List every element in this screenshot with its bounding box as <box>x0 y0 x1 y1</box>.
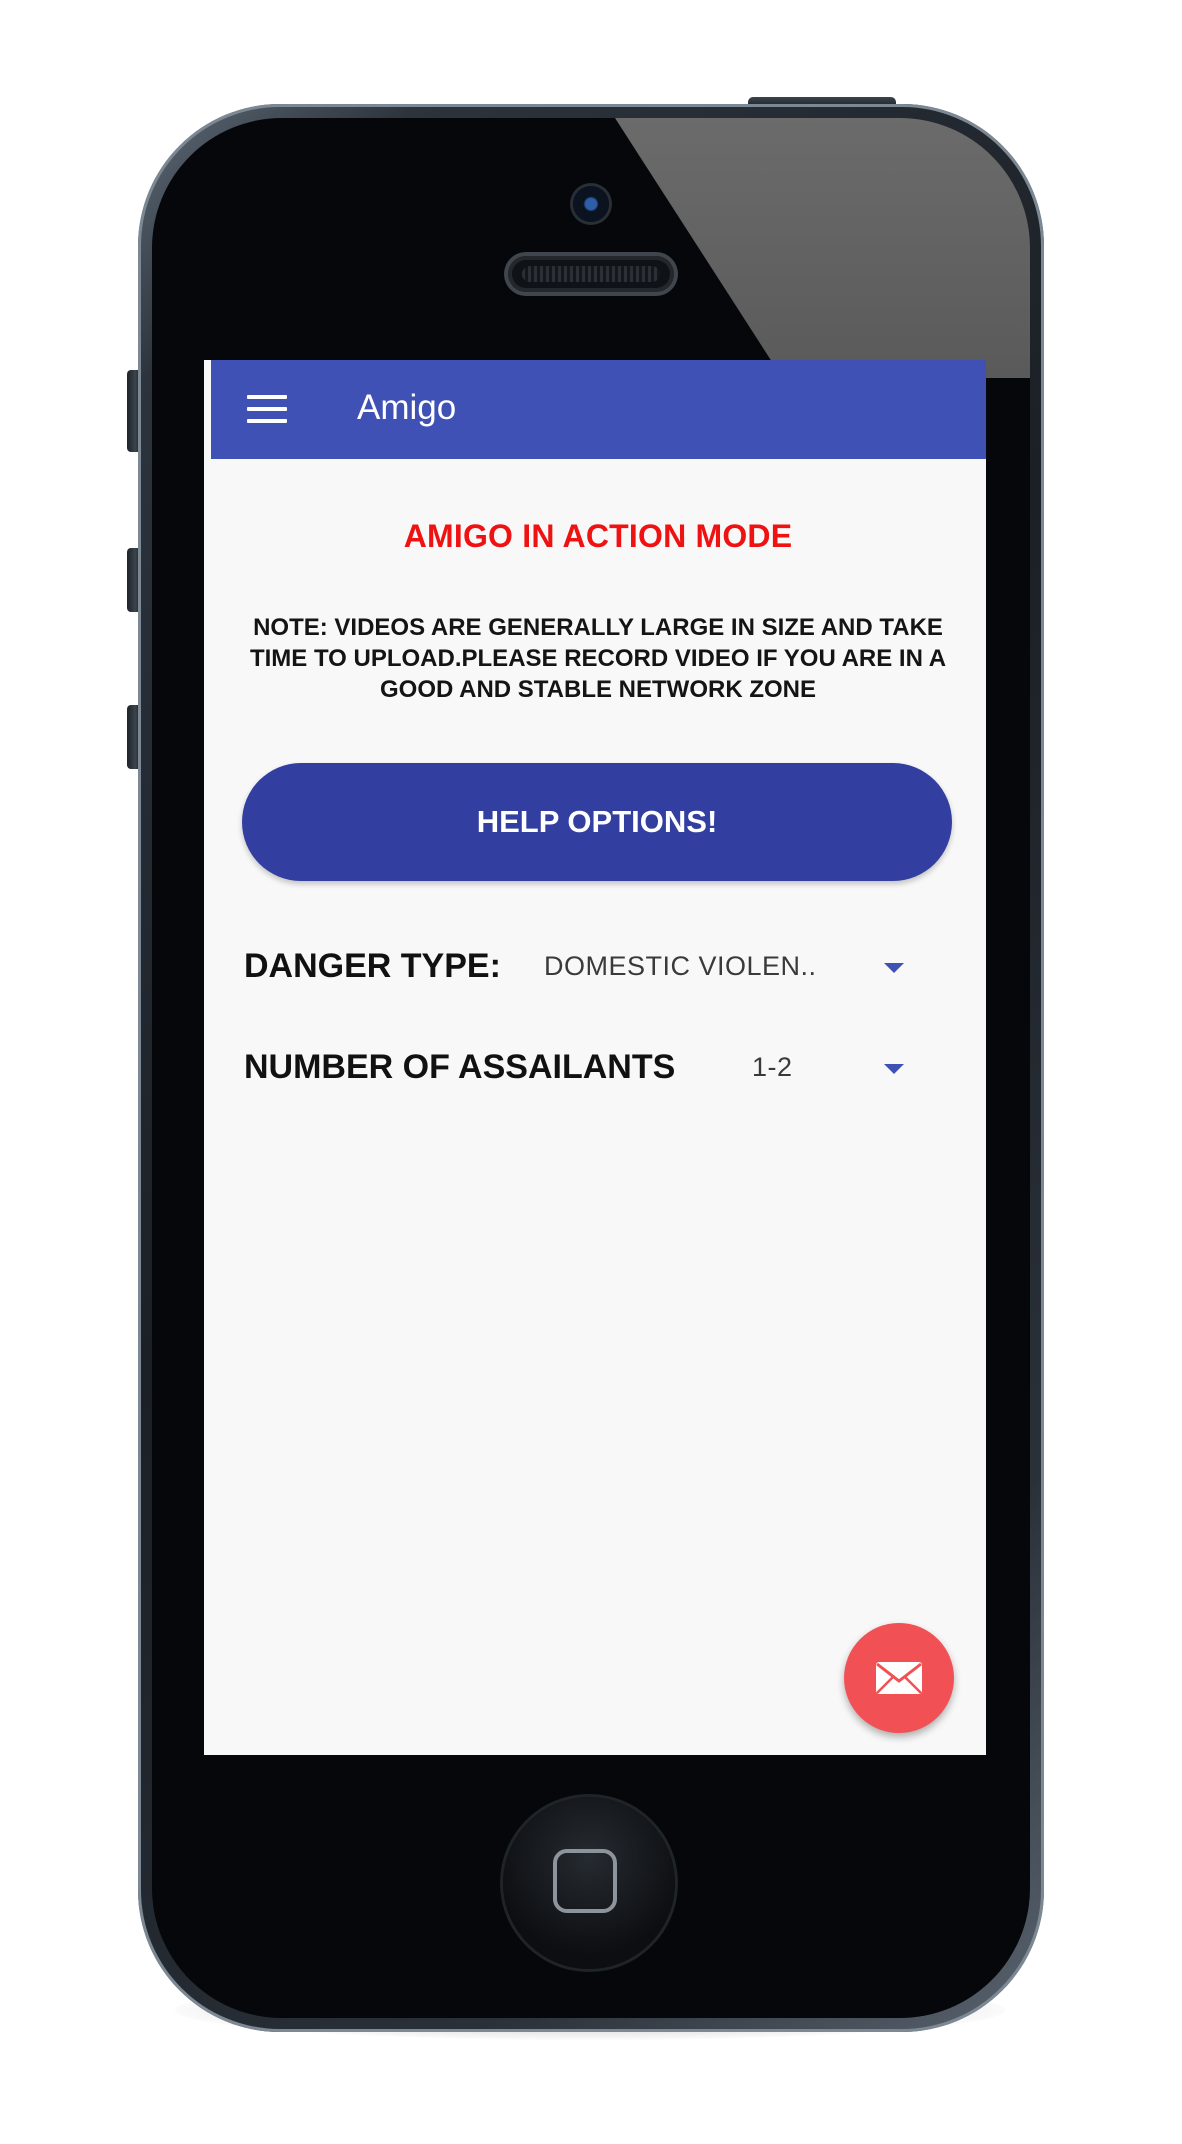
assailants-dropdown[interactable]: 1-2 <box>752 1038 924 1098</box>
danger-type-row: DANGER TYPE: DOMESTIC VIOLEN.. <box>244 937 954 997</box>
front-camera-icon <box>573 186 609 222</box>
app-title: Amigo <box>357 388 457 427</box>
upload-note: NOTE: VIDEOS ARE GENERALLY LARGE IN SIZE… <box>249 614 947 703</box>
menu-icon[interactable] <box>247 395 287 423</box>
earpiece-speaker <box>508 256 674 292</box>
send-message-fab[interactable] <box>844 1623 954 1733</box>
screen-glare <box>615 118 1030 378</box>
assailants-row: NUMBER OF ASSAILANTS 1-2 <box>244 1038 954 1098</box>
danger-type-dropdown[interactable]: DOMESTIC VIOLEN.. <box>544 937 924 997</box>
mode-title: AMIGO IN ACTION MODE <box>403 518 793 554</box>
caret-down-icon <box>884 1064 904 1074</box>
assailants-value: 1-2 <box>752 1052 793 1082</box>
danger-type-label: DANGER TYPE: <box>244 947 501 985</box>
help-options-button[interactable]: HELP OPTIONS! <box>242 763 952 881</box>
assailants-label: NUMBER OF ASSAILANTS <box>244 1048 676 1086</box>
envelope-icon <box>876 1662 922 1694</box>
danger-type-value: DOMESTIC VIOLEN.. <box>544 951 817 981</box>
app-screen: Amigo AMIGO IN ACTION MODE NOTE: VIDEOS … <box>204 360 986 1755</box>
device-mockup: Amigo AMIGO IN ACTION MODE NOTE: VIDEOS … <box>0 0 1182 2144</box>
caret-down-icon <box>884 963 904 973</box>
app-bar: Amigo <box>211 360 986 459</box>
home-square-icon <box>553 1849 617 1913</box>
